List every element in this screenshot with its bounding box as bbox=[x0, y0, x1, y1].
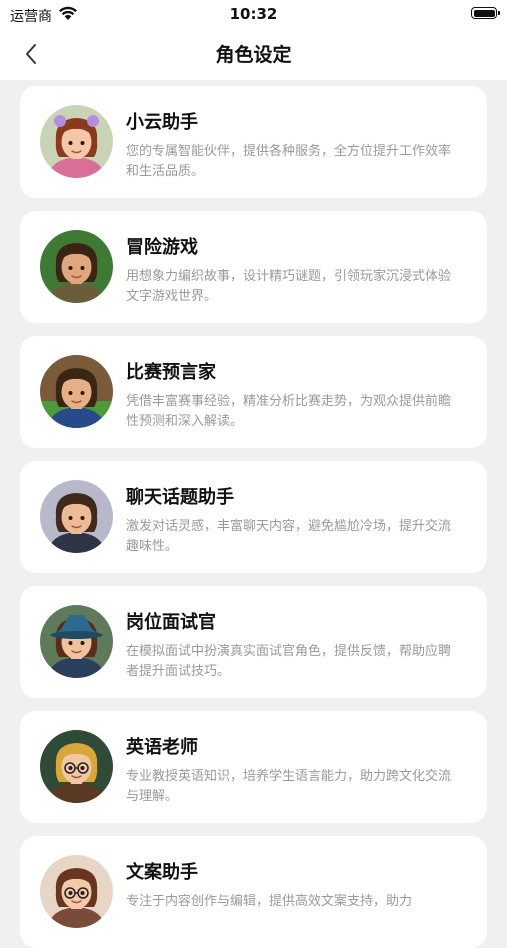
navigation-bar: 角色设定 bbox=[0, 28, 507, 80]
role-description: 用想象力编织故事，设计精巧谜题，引领玩家沉浸式体验文字游戏世界。 bbox=[126, 269, 452, 304]
role-description: 您的专属智能伙伴，提供各种服务，全方位提升工作效率和生活品质。 bbox=[126, 144, 452, 179]
role-card[interactable]: 聊天话题助手激发对话灵感，丰富聊天内容，避免尴尬冷场，提升交流趣味性。 bbox=[20, 461, 487, 573]
role-title: 冒险游戏 bbox=[126, 237, 198, 258]
teacher-avatar bbox=[40, 730, 113, 803]
page-title: 角色设定 bbox=[215, 44, 292, 66]
role-title: 文案助手 bbox=[126, 862, 198, 883]
interviewer-avatar bbox=[40, 605, 113, 678]
adventurer-avatar bbox=[40, 230, 113, 303]
role-title: 聊天话题助手 bbox=[126, 487, 234, 508]
role-card[interactable]: 英语老师专业教授英语知识，培养学生语言能力，助力跨文化交流与理解。 bbox=[20, 711, 487, 823]
role-card[interactable]: 文案助手专注于内容创作与编辑，提供高效文案支持，助力 bbox=[20, 836, 487, 948]
top-bar: 运营商 10:32 角色设定 bbox=[0, 0, 507, 80]
role-card[interactable]: 比赛预言家凭借丰富赛事经验，精准分析比赛走势，为观众提供前瞻性预测和深入解读。 bbox=[20, 336, 487, 448]
role-title: 英语老师 bbox=[126, 737, 198, 758]
role-card[interactable]: 小云助手您的专属智能伙伴，提供各种服务，全方位提升工作效率和生活品质。 bbox=[20, 86, 487, 198]
role-description: 凭借丰富赛事经验，精准分析比赛走势，为观众提供前瞻性预测和深入解读。 bbox=[126, 394, 452, 429]
role-title: 小云助手 bbox=[126, 112, 198, 133]
chat-boy-avatar bbox=[40, 480, 113, 553]
role-title: 比赛预言家 bbox=[126, 362, 216, 383]
battery-icon bbox=[471, 7, 500, 19]
clock: 10:32 bbox=[229, 5, 278, 23]
role-description: 激发对话灵感，丰富聊天内容，避免尴尬冷场，提升交流趣味性。 bbox=[126, 519, 452, 554]
role-description: 专注于内容创作与编辑，提供高效文案支持，助力 bbox=[126, 894, 413, 909]
role-description: 在模拟面试中扮演真实面试官角色，提供反馈，帮助应聘者提升面试技巧。 bbox=[126, 644, 452, 679]
role-title: 岗位面试官 bbox=[126, 612, 216, 633]
role-description: 专业教授英语知识，培养学生语言能力，助力跨文化交流与理解。 bbox=[126, 769, 452, 804]
writer-avatar bbox=[40, 855, 113, 928]
stadium-boy-avatar bbox=[40, 355, 113, 428]
role-card[interactable]: 岗位面试官在模拟面试中扮演真实面试官角色，提供反馈，帮助应聘者提升面试技巧。 bbox=[20, 586, 487, 698]
girl-avatar bbox=[40, 105, 113, 178]
status-bar: 运营商 10:32 bbox=[0, 0, 507, 28]
role-card[interactable]: 冒险游戏用想象力编织故事，设计精巧谜题，引领玩家沉浸式体验文字游戏世界。 bbox=[20, 211, 487, 323]
